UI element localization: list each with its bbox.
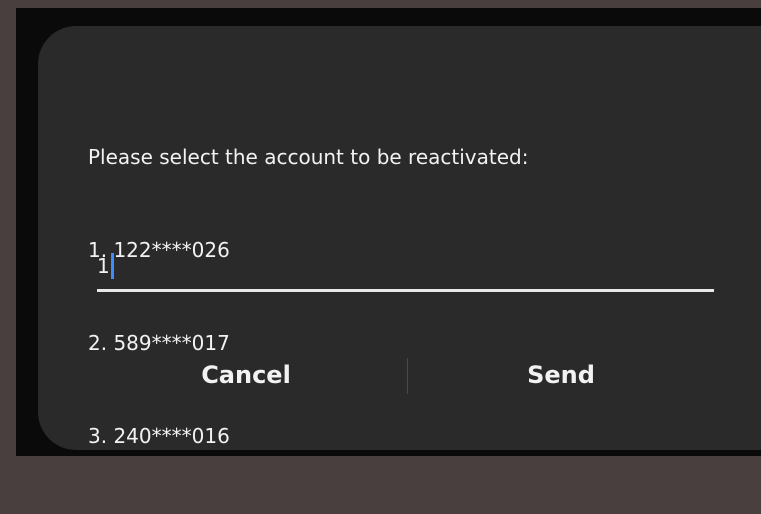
- dialog-buttons: Cancel Send: [38, 338, 761, 410]
- reply-input-field[interactable]: 1: [97, 252, 114, 281]
- text-caret: [110, 252, 114, 279]
- reply-input[interactable]: 1: [97, 244, 714, 292]
- prompt-text: Please select the account to be reactiva…: [88, 145, 529, 169]
- dialog-message: Please select the account to be reactiva…: [88, 80, 528, 514]
- reactivate-account-dialog: Please select the account to be reactiva…: [38, 26, 761, 450]
- send-button[interactable]: Send: [443, 338, 679, 410]
- reply-input-value: 1: [97, 254, 110, 278]
- button-divider: [407, 358, 408, 394]
- account-option-3: 3. 240****016: [88, 424, 230, 448]
- cancel-button[interactable]: Cancel: [128, 338, 364, 410]
- input-underline: [97, 289, 714, 292]
